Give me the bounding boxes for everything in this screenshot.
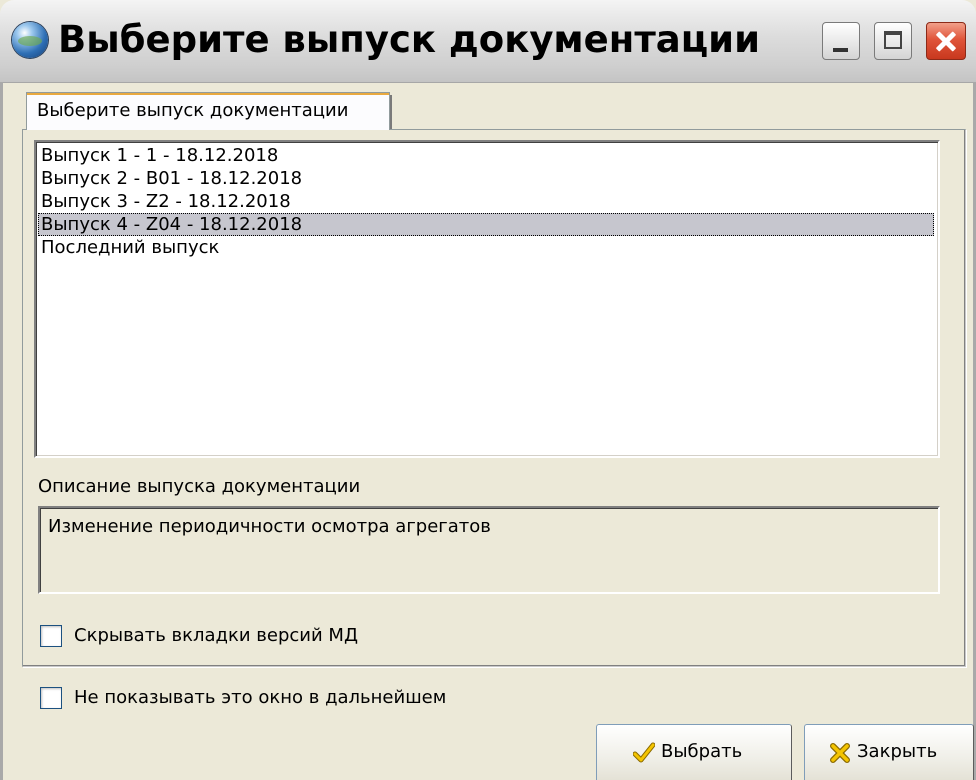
close-icon (927, 23, 965, 59)
tab-select-release[interactable]: Выберите выпуск документации (26, 92, 392, 130)
list-item[interactable]: Последний выпуск (38, 236, 934, 259)
select-button[interactable]: Выбрать (596, 724, 792, 780)
list-item[interactable]: Выпуск 2 - B01 - 18.12.2018 (38, 167, 934, 190)
maximize-button[interactable] (874, 22, 912, 60)
description-label: Описание выпуска документации (38, 476, 361, 497)
close-button[interactable]: Закрыть (804, 724, 974, 780)
list-item[interactable]: Выпуск 3 - Z2 - 18.12.2018 (38, 190, 934, 213)
checkmark-icon (633, 742, 655, 763)
hide-tabs-checkbox[interactable] (40, 625, 62, 647)
description-field: Изменение периодичности осмотра агрегато… (38, 506, 940, 594)
release-listbox[interactable]: Выпуск 1 - 1 - 18.12.2018 Выпуск 2 - B01… (34, 140, 940, 458)
hide-tabs-option[interactable]: Скрывать вкладки версий МД (40, 623, 460, 649)
list-item-selected[interactable]: Выпуск 4 - Z04 - 18.12.2018 (38, 213, 934, 236)
dialog-window: Выберите выпуск документации Выберите вы… (0, 0, 976, 780)
window-frame-left (0, 82, 3, 780)
dont-show-again-label: Не показывать это окно в дальнейшем (74, 687, 447, 708)
select-button-label: Выбрать (661, 741, 743, 762)
globe-icon (12, 22, 48, 58)
list-item[interactable]: Выпуск 1 - 1 - 18.12.2018 (38, 144, 934, 167)
close-window-button[interactable] (926, 22, 966, 60)
close-button-label: Закрыть (857, 741, 938, 762)
title-bar[interactable]: Выберите выпуск документации (0, 0, 976, 83)
minimize-icon (833, 48, 848, 52)
dont-show-again-checkbox[interactable] (40, 687, 62, 709)
dont-show-again-option[interactable]: Не показывать это окно в дальнейшем (40, 685, 520, 711)
window-title: Выберите выпуск документации (58, 18, 761, 61)
cross-icon (830, 743, 850, 763)
minimize-button[interactable] (822, 22, 860, 60)
maximize-icon (884, 31, 902, 49)
hide-tabs-label: Скрывать вкладки версий МД (74, 625, 359, 646)
